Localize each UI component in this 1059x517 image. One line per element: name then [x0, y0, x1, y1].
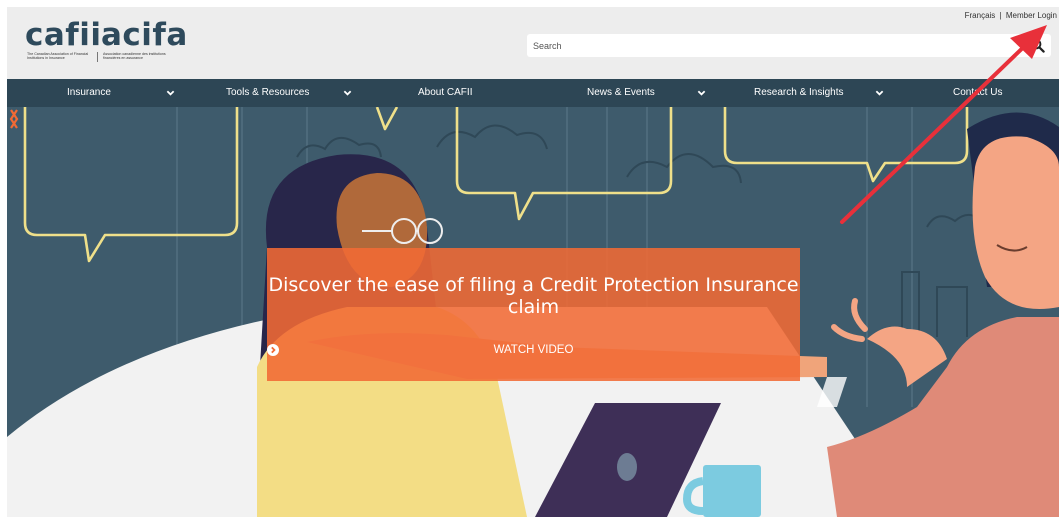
search-bar	[527, 34, 1051, 57]
nav-item-contact-us[interactable]: Contact Us	[953, 79, 1002, 107]
logo-word-en: cafii	[25, 17, 102, 53]
member-login-link[interactable]: Member Login	[1006, 11, 1057, 20]
search-icon[interactable]	[1030, 38, 1045, 53]
hero-banner: Discover the ease of filing a Credit Pro…	[267, 248, 800, 381]
utility-links: Français | Member Login	[965, 11, 1057, 20]
nav-item-news-events[interactable]: News & Events	[587, 79, 655, 107]
hero-title: Discover the ease of filing a Credit Pro…	[268, 274, 799, 318]
nav-item-about-cafii[interactable]: About CAFII	[418, 79, 472, 107]
link-separator: |	[999, 11, 1002, 20]
chevron-down-icon[interactable]	[166, 89, 175, 97]
logo-divider	[97, 52, 98, 62]
cafii-logo[interactable]: cafii acifa The Canadian Association of …	[25, 17, 187, 65]
nav-item-tools-resources[interactable]: Tools & Resources	[226, 79, 309, 107]
logo-tagline-en: The Canadian Association of Financial In…	[27, 52, 89, 61]
page: cafii acifa The Canadian Association of …	[7, 7, 1059, 517]
hero-carousel: Discover the ease of filing a Credit Pro…	[7, 107, 1059, 517]
nav-item-insurance[interactable]: Insurance	[67, 79, 111, 107]
chevron-down-icon[interactable]	[343, 89, 352, 97]
watch-video-label: WATCH VIDEO	[493, 344, 574, 356]
main-nav: Insurance Tools & Resources About CAFII …	[7, 79, 1059, 107]
nav-item-research-insights[interactable]: Research & Insights	[754, 79, 844, 107]
chevron-down-icon[interactable]	[875, 89, 884, 97]
search-input[interactable]	[533, 34, 1013, 57]
carousel-next-icon[interactable]	[7, 107, 21, 131]
logo-tagline-fr: Association canadienne des institutions …	[103, 52, 166, 61]
watch-video-button[interactable]: WATCH VIDEO	[267, 344, 800, 356]
chevron-down-icon[interactable]	[697, 89, 706, 97]
language-toggle-link[interactable]: Français	[965, 11, 996, 20]
chevron-circle-right-icon	[267, 344, 279, 356]
site-header: cafii acifa The Canadian Association of …	[7, 7, 1059, 79]
logo-word-fr: acifa	[101, 17, 188, 53]
